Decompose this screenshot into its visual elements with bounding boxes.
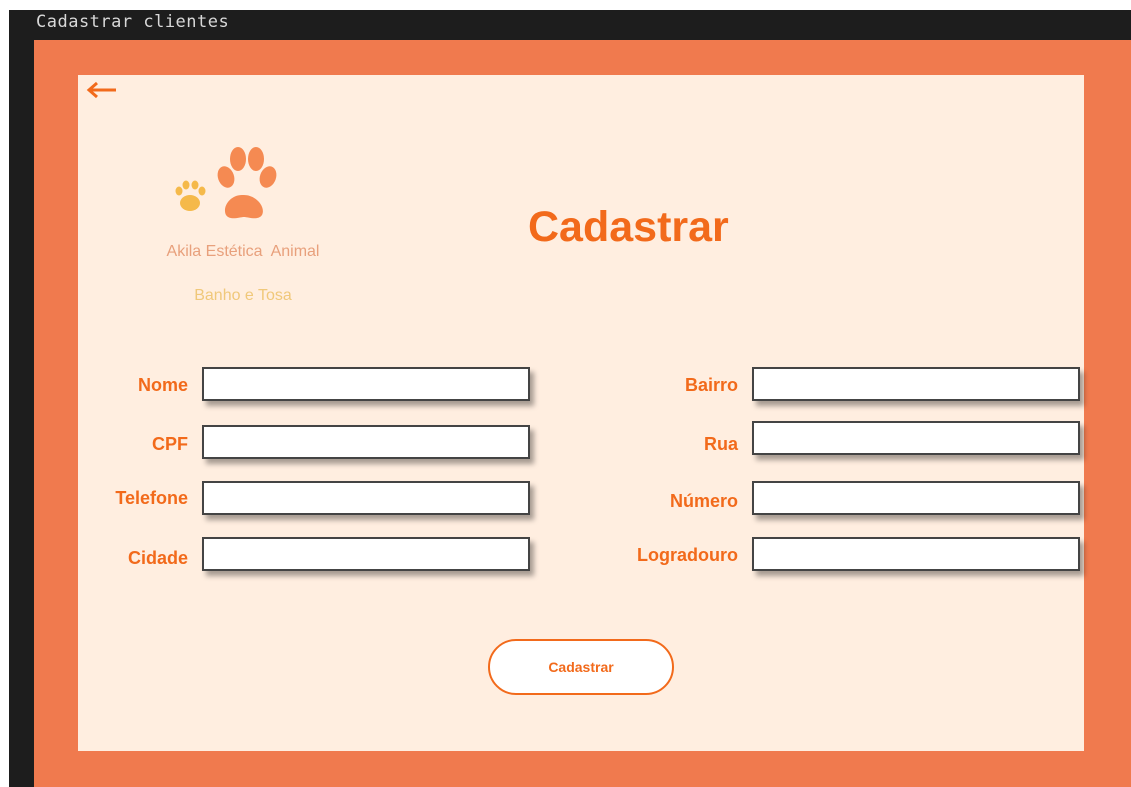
label-rua: Rua — [703, 434, 738, 454]
window-title: Cadastrar clientes — [36, 12, 230, 32]
back-arrow-icon[interactable] — [84, 79, 118, 101]
cpf-input[interactable] — [202, 425, 530, 459]
bairro-input[interactable] — [752, 367, 1080, 401]
label-cpf: CPF — [152, 434, 188, 454]
brand-logo: Akila Estética Animal Banho e Tosa — [108, 135, 358, 335]
nome-input[interactable] — [202, 367, 530, 401]
numero-input[interactable] — [752, 481, 1080, 515]
label-numero: Número — [669, 491, 738, 511]
form-panel: Akila Estética Animal Banho e Tosa Cadas… — [78, 75, 1084, 751]
app-frame: Akila Estética Animal Banho e Tosa Cadas… — [34, 40, 1131, 787]
app-window: Cadastrar clientes Akila Estética Animal… — [9, 10, 1131, 787]
paw-prints-icon — [170, 141, 300, 221]
label-logradouro: Logradouro — [637, 545, 738, 565]
label-bairro: Bairro — [684, 375, 738, 395]
page-title: Cadastrar — [528, 203, 729, 251]
label-telefone: Telefone — [115, 488, 188, 508]
rua-input[interactable] — [752, 421, 1080, 455]
cadastrar-button[interactable]: Cadastrar — [488, 639, 674, 695]
telefone-input[interactable] — [202, 481, 530, 515]
logradouro-input[interactable] — [752, 537, 1080, 571]
cidade-input[interactable] — [202, 537, 530, 571]
label-nome: Nome — [137, 375, 188, 395]
brand-name: Akila Estética Animal — [166, 243, 320, 260]
label-cidade: Cidade — [127, 548, 188, 568]
brand-subtitle: Banho e Tosa — [194, 287, 292, 304]
